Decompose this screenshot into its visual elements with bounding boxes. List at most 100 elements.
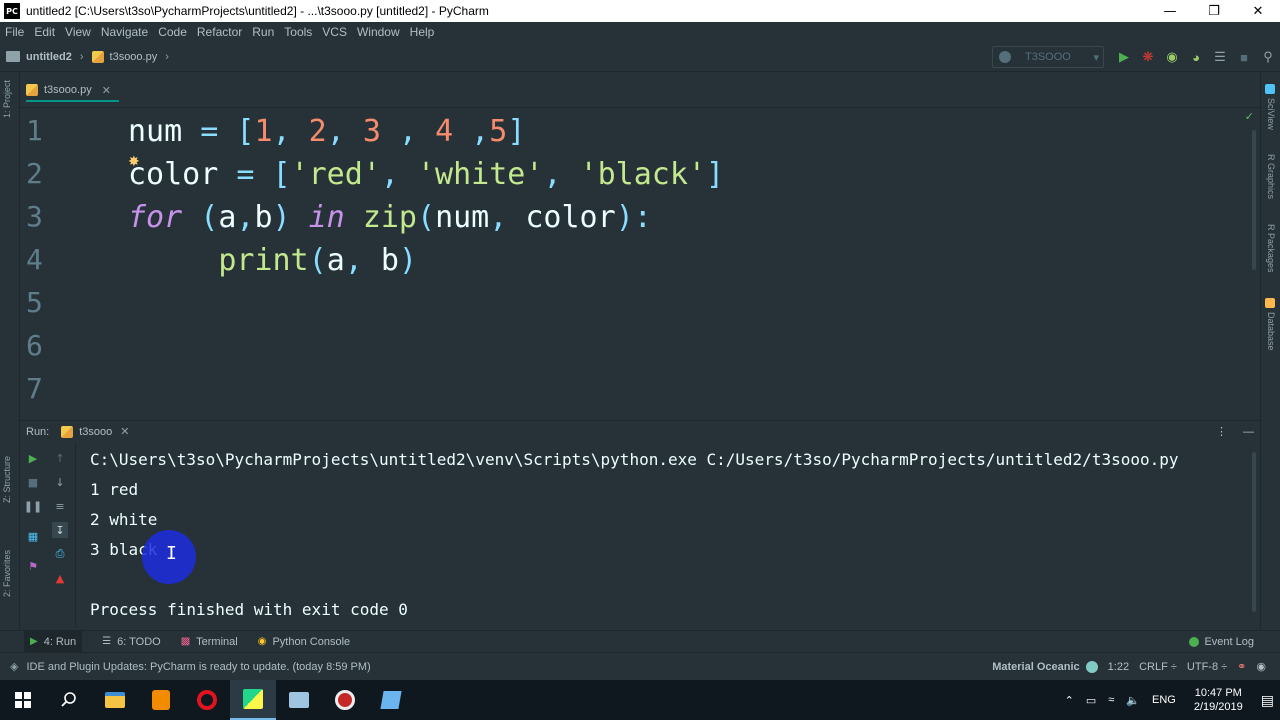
concurrency-icon[interactable]: ☰	[1208, 45, 1232, 69]
code-token: (	[182, 200, 219, 235]
close-icon[interactable]: ✕	[120, 425, 129, 438]
taskbar-remote-desktop[interactable]	[276, 680, 322, 720]
debug-icon[interactable]: ❋	[1136, 45, 1160, 69]
tab-todo[interactable]: ☰ 6: TODO	[102, 636, 161, 648]
stop-icon[interactable]: ■	[1232, 45, 1256, 69]
event-log-button[interactable]: Event Log	[1189, 636, 1254, 648]
taskbar-opera[interactable]	[184, 680, 230, 720]
structure-tool-tab[interactable]: Z: Structure	[2, 456, 12, 503]
breadcrumb: untitled2 › t3sooo.py ›	[6, 50, 177, 63]
rpackages-tool-tab[interactable]: R Packages	[1266, 224, 1276, 273]
profile-icon[interactable]: ◕	[1184, 45, 1208, 69]
scroll-up-icon[interactable]: ↑	[52, 450, 68, 466]
menu-tools[interactable]: Tools	[279, 25, 317, 39]
pause-icon[interactable]: ❚❚	[24, 498, 42, 514]
pin-icon[interactable]: ⚑	[25, 558, 41, 574]
taskbar-pycharm[interactable]	[230, 680, 276, 720]
layout-icon[interactable]: ▦	[25, 528, 41, 544]
code-token: 'red'	[290, 157, 381, 192]
volume-icon[interactable]: 🔈	[1126, 694, 1140, 707]
menu-window[interactable]: Window	[352, 25, 405, 39]
run-config-select[interactable]: T3SOOO ▾	[992, 46, 1104, 68]
code-line-3: for (a,b) in zip(num, color):	[128, 200, 652, 235]
breadcrumb-file[interactable]: t3sooo.py	[110, 51, 158, 63]
settings-icon[interactable]: ⋮	[1216, 425, 1227, 438]
minimize-button[interactable]: —	[1148, 0, 1192, 22]
run-console-output[interactable]: C:\Users\t3so\PycharmProjects\untitled2\…	[76, 442, 1260, 628]
notifications-icon[interactable]: ▤	[1261, 692, 1274, 709]
update-notification[interactable]: ◈ IDE and Plugin Updates: PyCharm is rea…	[10, 660, 371, 674]
battery-icon[interactable]: ▭	[1086, 694, 1096, 707]
taskbar-file-explorer[interactable]	[92, 680, 138, 720]
line-separator[interactable]: CRLF ÷	[1139, 661, 1177, 673]
search-button[interactable]	[46, 680, 92, 720]
console-scrollbar[interactable]	[1252, 452, 1256, 612]
sciview-tool-tab[interactable]: SciView	[1266, 98, 1276, 130]
taskbar-sublime[interactable]	[138, 680, 184, 720]
taskbar-recorder[interactable]	[322, 680, 368, 720]
run-icon[interactable]: ▶	[1112, 45, 1136, 69]
python-config-icon	[999, 51, 1011, 63]
menu-edit[interactable]: Edit	[29, 25, 60, 39]
project-tool-tab[interactable]: 1: Project	[2, 80, 12, 118]
code-token: (	[417, 200, 436, 235]
language-indicator[interactable]: ENG	[1152, 694, 1176, 706]
menu-navigate[interactable]: Navigate	[96, 25, 153, 39]
menu-refactor[interactable]: Refactor	[192, 25, 247, 39]
menu-run[interactable]: Run	[247, 25, 279, 39]
lightbulb-icon[interactable]: ✸	[128, 154, 140, 170]
trash-icon[interactable]: ▲	[52, 570, 68, 586]
close-button[interactable]: ✕	[1236, 0, 1280, 22]
code-token: )	[272, 200, 309, 235]
title-bar: PC untitled2 [C:\Users\t3so\PycharmProje…	[0, 0, 1280, 22]
chevron-up-icon[interactable]: ⌃	[1065, 694, 1074, 707]
close-icon[interactable]: ✕	[102, 84, 111, 97]
coverage-icon[interactable]: ◉	[1160, 45, 1184, 69]
code-token: a	[326, 243, 345, 278]
code-line-2: color = ['red', 'white', 'black']	[128, 157, 724, 192]
scroll-down-icon[interactable]: ↓	[52, 474, 68, 490]
wifi-icon[interactable]: ≈	[1108, 694, 1114, 706]
run-tab-t3sooo[interactable]: t3sooo ✕	[61, 425, 130, 438]
start-button[interactable]	[0, 680, 46, 720]
code-editor[interactable]: 1 2 3 4 5 6 7 num = [1, 2, 3 , 4 ,5] col…	[20, 110, 1260, 400]
scroll-to-end-icon[interactable]: ↧	[52, 522, 68, 538]
restore-button[interactable]: ❐	[1192, 0, 1236, 22]
menu-vcs[interactable]: VCS	[317, 25, 352, 39]
code-token: [	[272, 157, 291, 192]
lock-icon[interactable]: ⚭	[1237, 660, 1246, 673]
inspector-icon[interactable]: ◉	[1256, 660, 1266, 673]
hide-icon[interactable]: —	[1243, 426, 1254, 438]
rerun-icon[interactable]: ▶	[25, 450, 41, 466]
menu-file[interactable]: File	[0, 25, 29, 39]
favorites-tool-tab[interactable]: 2: Favorites	[2, 550, 12, 597]
tab-run[interactable]: ▶ 4: Run	[24, 630, 83, 653]
line-number: 3	[26, 200, 43, 233]
menu-view[interactable]: View	[60, 25, 96, 39]
database-tool-tab[interactable]: Database	[1266, 312, 1276, 351]
code-token: ,	[236, 200, 255, 235]
caret-position[interactable]: 1:22	[1108, 661, 1129, 673]
theme-name[interactable]: Material Oceanic	[992, 661, 1079, 673]
clock[interactable]: 10:47 PM 2/19/2019	[1194, 686, 1243, 714]
soft-wrap-icon[interactable]: ≡	[52, 498, 68, 514]
editor-tab-t3sooo[interactable]: t3sooo.py ✕	[26, 80, 119, 102]
code-token: 2	[308, 114, 327, 149]
system-tray: ⌃ ▭ ≈ 🔈 ENG 10:47 PM 2/19/2019 ▤	[1059, 686, 1280, 714]
rgraphics-tool-tab[interactable]: R Graphics	[1266, 154, 1276, 199]
taskbar-notepad[interactable]	[368, 680, 414, 720]
editor-scrollbar[interactable]	[1252, 130, 1256, 270]
terminal-icon: ▩	[180, 636, 191, 647]
breadcrumb-project[interactable]: untitled2	[26, 51, 72, 63]
file-encoding[interactable]: UTF-8 ÷	[1187, 661, 1227, 673]
print-icon[interactable]: ⎙	[52, 546, 68, 562]
tab-terminal[interactable]: ▩ Terminal	[181, 636, 238, 648]
stop-icon[interactable]: ■	[25, 474, 41, 490]
search-everywhere-icon[interactable]: ⚲	[1256, 45, 1280, 69]
menu-help[interactable]: Help	[405, 25, 440, 39]
tab-python-console[interactable]: ◉ Python Console	[258, 636, 350, 648]
code-token: ,	[489, 200, 526, 235]
menu-code[interactable]: Code	[153, 25, 192, 39]
event-log-label: Event Log	[1204, 635, 1254, 648]
